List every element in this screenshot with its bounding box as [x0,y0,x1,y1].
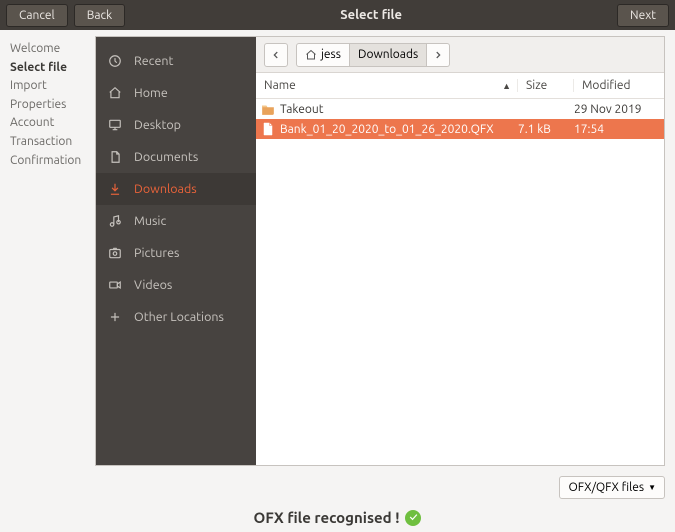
table-row[interactable]: Takeout 29 Nov 2019 [256,99,664,119]
breadcrumb: jess Downloads [256,37,664,73]
folder-icon [256,103,280,115]
place-downloads[interactable]: Downloads [96,173,256,205]
place-music[interactable]: Music [96,205,256,237]
sort-asc-icon: ▲ [502,81,511,91]
home-icon [305,49,317,61]
chevron-down-icon: ▼ [648,483,656,492]
file-modified: 17:54 [574,123,664,136]
path-crumb-label: jess [321,48,341,61]
filter-label: OFX/QFX files [568,481,644,494]
file-list-panel: jess Downloads Name ▲ Size Modified [256,37,664,465]
place-pictures[interactable]: Pictures [96,237,256,269]
file-modified: 29 Nov 2019 [574,103,664,116]
place-label: Videos [134,278,256,292]
place-recent[interactable]: Recent [96,45,256,77]
window-title: Select file [125,8,617,22]
file-size: 7.1 kB [518,123,574,136]
step-account: Account [10,114,95,133]
path-crumb-downloads[interactable]: Downloads [350,43,427,67]
back-button[interactable]: Back [74,4,125,27]
next-button[interactable]: Next [617,4,669,27]
step-import: Import [10,77,95,96]
place-documents[interactable]: Documents [96,141,256,173]
chevron-right-icon [433,50,443,60]
place-videos[interactable]: Videos [96,269,256,301]
place-label: Pictures [134,246,256,260]
place-label: Home [134,86,256,100]
step-confirmation: Confirmation [10,152,95,171]
column-name[interactable]: Name ▲ [256,79,518,92]
column-headers: Name ▲ Size Modified [256,73,664,99]
column-name-label: Name [264,79,296,92]
table-row[interactable]: Bank_01_20_2020_to_01_26_2020.QFX 7.1 kB… [256,119,664,139]
step-welcome: Welcome [10,40,95,59]
bottom-area: OFX/QFX files ▼ OFX file recognised ! ✓ [0,472,675,532]
wizard-steps: Welcome Select file Import Properties Ac… [0,30,95,472]
path-crumb-label: Downloads [358,48,418,61]
place-desktop[interactable]: Desktop [96,109,256,141]
desktop-icon [96,118,134,132]
place-label: Music [134,214,256,228]
downloads-icon [96,182,134,196]
pictures-icon [96,246,134,260]
step-properties: Properties [10,96,95,115]
documents-icon [96,150,134,164]
place-other-locations[interactable]: Other Locations [96,301,256,333]
plus-icon [96,310,134,324]
column-size[interactable]: Size [518,79,574,92]
file-icon [256,122,280,136]
music-icon [96,214,134,228]
home-icon [96,86,134,100]
place-label: Downloads [134,182,256,196]
status-message: OFX file recognised ! [254,509,400,526]
place-label: Desktop [134,118,256,132]
place-label: Documents [134,150,256,164]
path-crumb-home[interactable]: jess [296,43,350,67]
check-icon: ✓ [405,510,421,526]
file-name: Bank_01_20_2020_to_01_26_2020.QFX [280,123,518,136]
column-modified[interactable]: Modified [574,79,664,92]
file-rows: Takeout 29 Nov 2019 Bank_01_20_2020_to_0… [256,99,664,465]
chevron-left-icon [271,50,281,60]
videos-icon [96,278,134,292]
clock-icon [96,54,134,68]
cancel-button[interactable]: Cancel [6,4,68,27]
place-home[interactable]: Home [96,77,256,109]
path-back-button[interactable] [264,43,288,67]
title-bar: Cancel Back Select file Next [0,0,675,30]
step-transaction: Transaction [10,133,95,152]
path-forward-button[interactable] [427,43,450,67]
place-label: Other Locations [134,310,256,324]
file-filter-dropdown[interactable]: OFX/QFX files ▼ [559,476,665,499]
step-select-file: Select file [10,59,95,78]
place-label: Recent [134,54,256,68]
file-name: Takeout [280,103,518,116]
places-sidebar: Recent Home Desktop Documents Downloads … [96,37,256,465]
file-chooser: Recent Home Desktop Documents Downloads … [95,36,665,466]
status-text: OFX file recognised ! ✓ [0,509,675,526]
